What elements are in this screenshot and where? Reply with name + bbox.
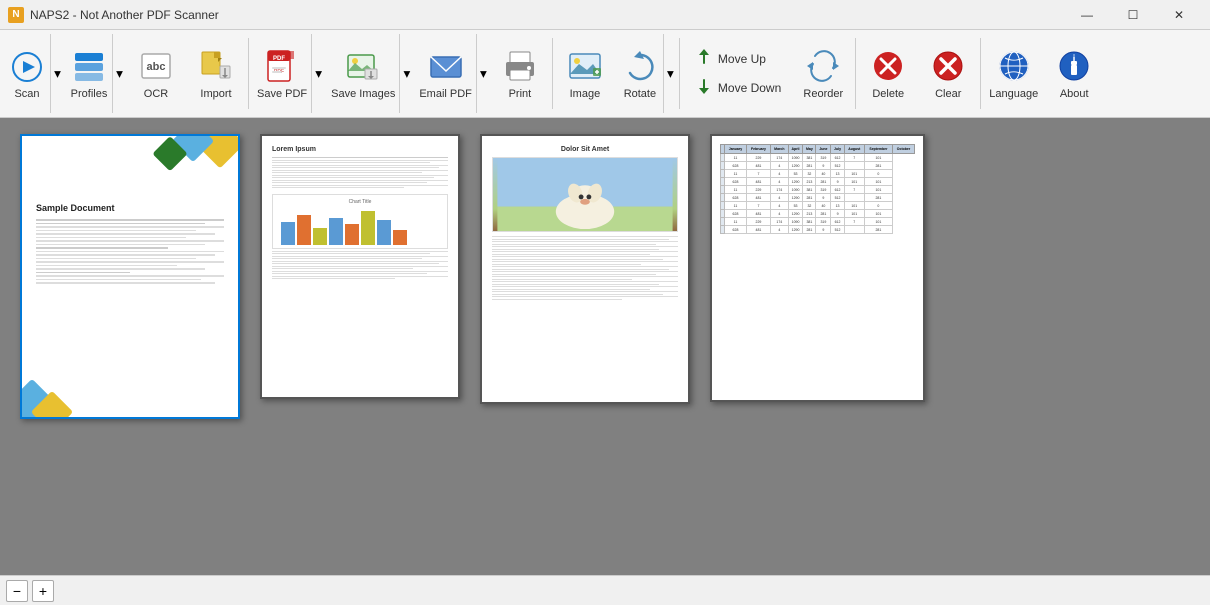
move-group: Move Up Move Down xyxy=(682,34,793,113)
zoom-in-button[interactable]: + xyxy=(32,580,54,602)
import-button[interactable]: Import xyxy=(186,34,246,113)
save-images-button-group: Save Images ▾ xyxy=(325,34,413,113)
reorder-button[interactable]: Reorder xyxy=(793,34,853,113)
print-label: Print xyxy=(509,88,532,101)
delete-icon xyxy=(868,46,908,86)
page1-bottom-decoration xyxy=(22,357,92,417)
scan-icon xyxy=(8,48,46,86)
rotate-button[interactable]: Rotate xyxy=(615,34,663,113)
move-down-label: Move Down xyxy=(718,81,781,95)
toolbar: Scan ▾ Profiles ▾ abc OCR xyxy=(0,30,1210,118)
save-images-label: Save Images xyxy=(331,88,395,100)
app-icon: N xyxy=(8,7,24,23)
email-pdf-dropdown-button[interactable]: ▾ xyxy=(476,34,490,113)
page3-photo xyxy=(492,157,678,232)
save-pdf-button[interactable]: PDF PDF Save PDF xyxy=(251,34,311,113)
svg-text:PDF: PDF xyxy=(273,56,285,62)
save-pdf-label: Save PDF xyxy=(257,88,307,100)
clear-button[interactable]: Clear xyxy=(918,34,978,113)
rotate-icon xyxy=(621,48,659,86)
save-images-button[interactable]: Save Images xyxy=(325,34,399,113)
move-up-label: Move Up xyxy=(718,52,766,66)
language-button[interactable]: Language xyxy=(983,34,1044,113)
profiles-icon xyxy=(70,48,108,86)
profiles-dropdown-button[interactable]: ▾ xyxy=(112,34,126,113)
save-pdf-dropdown-button[interactable]: ▾ xyxy=(311,34,325,113)
reorder-icon xyxy=(803,46,843,86)
move-down-button[interactable]: Move Down xyxy=(688,74,787,103)
import-icon xyxy=(196,46,236,86)
image-button[interactable]: Image xyxy=(555,34,615,113)
sep5 xyxy=(980,38,981,109)
sep4 xyxy=(855,38,856,109)
move-up-icon xyxy=(694,47,714,72)
image-label: Image xyxy=(570,88,601,101)
move-down-icon xyxy=(694,76,714,101)
import-label: Import xyxy=(200,88,231,101)
ocr-button[interactable]: abc OCR xyxy=(126,34,186,113)
email-pdf-button-group: Email PDF ▾ xyxy=(413,34,490,113)
sep3 xyxy=(679,38,680,109)
page3-title: Dolor Sit Amet xyxy=(492,146,678,153)
ocr-icon: abc xyxy=(136,46,176,86)
scan-button[interactable]: Scan xyxy=(2,34,50,113)
zoom-out-button[interactable]: − xyxy=(6,580,28,602)
minimize-button[interactable]: — xyxy=(1064,0,1110,30)
bottom-bar: − + xyxy=(0,575,1210,605)
rotate-label: Rotate xyxy=(624,88,656,100)
delete-button[interactable]: Delete xyxy=(858,34,918,113)
profiles-button-group: Profiles ▾ xyxy=(64,34,126,113)
language-icon xyxy=(994,46,1034,86)
page-thumb-4[interactable]: January February March April May June Ju… xyxy=(710,134,925,402)
ocr-label: OCR xyxy=(144,88,168,101)
sep1 xyxy=(248,38,249,109)
email-pdf-icon xyxy=(427,48,465,86)
scan-dropdown-button[interactable]: ▾ xyxy=(50,34,64,113)
save-images-dropdown-button[interactable]: ▾ xyxy=(399,34,413,113)
delete-label: Delete xyxy=(872,88,904,101)
sep2 xyxy=(552,38,553,109)
page2-title: Lorem Ipsum xyxy=(272,146,448,153)
print-icon xyxy=(500,46,540,86)
move-up-button[interactable]: Move Up xyxy=(688,45,787,74)
window-controls: — ☐ ✕ xyxy=(1064,0,1202,30)
page-thumb-1[interactable]: Sample Document xyxy=(20,134,240,419)
email-pdf-button[interactable]: Email PDF xyxy=(413,34,476,113)
rotate-dropdown-button[interactable]: ▾ xyxy=(663,34,677,113)
language-label: Language xyxy=(989,88,1038,101)
scan-button-group: Scan ▾ xyxy=(2,34,64,113)
about-label: About xyxy=(1060,88,1089,101)
svg-text:abc: abc xyxy=(147,61,166,73)
clear-label: Clear xyxy=(935,88,961,101)
page4-table: January February March April May June Ju… xyxy=(720,144,915,234)
print-button[interactable]: Print xyxy=(490,34,550,113)
scan-label: Scan xyxy=(14,88,39,100)
reorder-label: Reorder xyxy=(803,88,843,101)
save-pdf-button-group: PDF PDF Save PDF ▾ xyxy=(251,34,325,113)
save-images-icon xyxy=(344,48,382,86)
about-button[interactable]: i About xyxy=(1044,34,1104,113)
title-bar: N NAPS2 - Not Another PDF Scanner — ☐ ✕ xyxy=(0,0,1210,30)
maximize-button[interactable]: ☐ xyxy=(1110,0,1156,30)
email-pdf-label: Email PDF xyxy=(419,88,472,100)
rotate-button-group: Rotate ▾ xyxy=(615,34,677,113)
clear-icon xyxy=(928,46,968,86)
page-thumb-3[interactable]: Dolor Sit Amet xyxy=(480,134,690,404)
page-thumb-2[interactable]: Lorem Ipsum Chart Title xyxy=(260,134,460,399)
about-icon: i xyxy=(1054,46,1094,86)
profiles-button[interactable]: Profiles xyxy=(64,34,112,113)
save-pdf-icon: PDF PDF xyxy=(263,48,301,86)
window-title: NAPS2 - Not Another PDF Scanner xyxy=(30,8,1064,22)
image-icon xyxy=(565,46,605,86)
content-area: Sample Document xyxy=(0,118,1210,575)
page1-diamonds-decoration xyxy=(148,136,238,216)
profiles-label: Profiles xyxy=(71,88,108,100)
close-button[interactable]: ✕ xyxy=(1156,0,1202,30)
page2-chart: Chart Title xyxy=(272,194,448,249)
